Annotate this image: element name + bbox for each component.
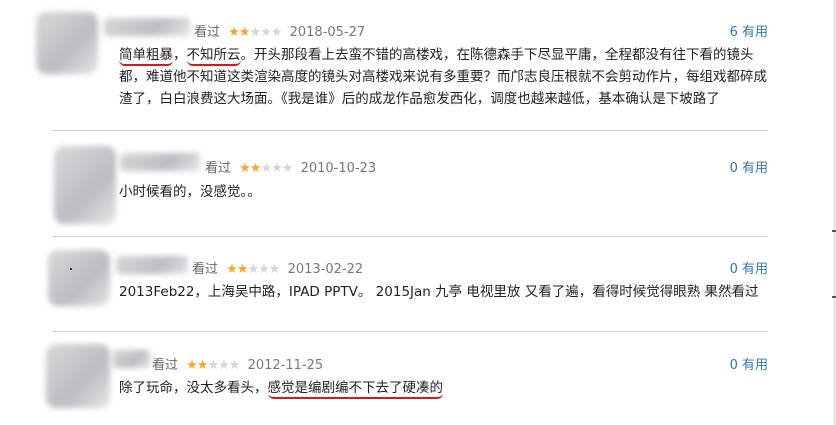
useful-button[interactable]: 6 有用 bbox=[730, 21, 768, 40]
useful-button[interactable]: 0 有用 bbox=[730, 157, 768, 176]
review-text-part: ， bbox=[173, 47, 187, 63]
useful-count: 0 bbox=[729, 161, 738, 176]
watched-label: 看过 bbox=[152, 358, 179, 373]
review-text: 2013Feb22，上海吴中路，IPAD PPTV。 2015Jan 九亭 电视… bbox=[119, 284, 759, 300]
rating-stars-icon: ★★★★★ bbox=[186, 358, 240, 373]
avatar bbox=[36, 12, 98, 74]
useful-label[interactable]: 有用 bbox=[742, 358, 768, 373]
divider bbox=[52, 331, 768, 332]
useful-count: 0 bbox=[729, 358, 738, 373]
useful-button[interactable]: 0 有用 bbox=[730, 354, 768, 373]
scrollbar-mark bbox=[832, 296, 836, 298]
watched-label: 看过 bbox=[205, 161, 232, 176]
username-blurred bbox=[104, 18, 190, 36]
avatar-mark bbox=[70, 268, 72, 270]
review-date: 2018-05-27 bbox=[289, 25, 366, 40]
review-text: 除了玩命，没太多看头，感觉是编剧编不下去了硬凑的 bbox=[119, 377, 443, 399]
divider bbox=[52, 236, 768, 237]
review-meta: 看过 ★★★★★ 2012-11-25 bbox=[152, 354, 323, 373]
useful-count: 0 bbox=[729, 262, 738, 277]
highlight-underline: 简单粗暴 bbox=[119, 47, 173, 66]
useful-label[interactable]: 有用 bbox=[742, 25, 768, 40]
divider bbox=[52, 130, 768, 131]
useful-label[interactable]: 有用 bbox=[742, 161, 768, 176]
review-date: 2013-02-22 bbox=[287, 262, 364, 277]
username-blurred bbox=[120, 153, 200, 171]
rating-stars-icon: ★★★★★ bbox=[226, 262, 280, 277]
useful-label[interactable]: 有用 bbox=[742, 262, 768, 277]
username-blurred bbox=[116, 256, 188, 274]
review-date: 2012-11-25 bbox=[247, 358, 324, 373]
avatar bbox=[48, 250, 110, 306]
rating-stars-icon: ★★★★★ bbox=[239, 161, 293, 176]
review-date: 2010-10-23 bbox=[300, 161, 377, 176]
highlight-underline: 不知所云 bbox=[186, 47, 241, 66]
review-text: 小时候看的，没感觉。。 bbox=[119, 184, 261, 200]
watched-label: 看过 bbox=[192, 262, 219, 277]
scrollbar-mark bbox=[832, 230, 836, 232]
useful-count: 6 bbox=[729, 25, 738, 40]
review-meta: 看过 ★★★★★ 2018-05-27 bbox=[194, 21, 365, 40]
rating-stars-icon: ★★★★★ bbox=[228, 25, 282, 40]
avatar bbox=[46, 344, 110, 408]
username-blurred bbox=[112, 350, 150, 368]
review-meta: 看过 ★★★★★ 2013-02-22 bbox=[192, 258, 363, 277]
review-text: 简单粗暴，不知所云。开头那段看上去蛮不错的高楼戏，在陈德森手下尽显平庸，全程都没… bbox=[119, 44, 769, 110]
review-text-part: 除了玩命，没太多看头， bbox=[119, 380, 268, 396]
avatar bbox=[54, 146, 116, 224]
highlight-underline: 感觉是编剧编不下去了硬凑的 bbox=[267, 380, 443, 399]
useful-button[interactable]: 0 有用 bbox=[730, 258, 768, 277]
review-meta: 看过 ★★★★★ 2010-10-23 bbox=[205, 157, 376, 176]
watched-label: 看过 bbox=[194, 25, 221, 40]
